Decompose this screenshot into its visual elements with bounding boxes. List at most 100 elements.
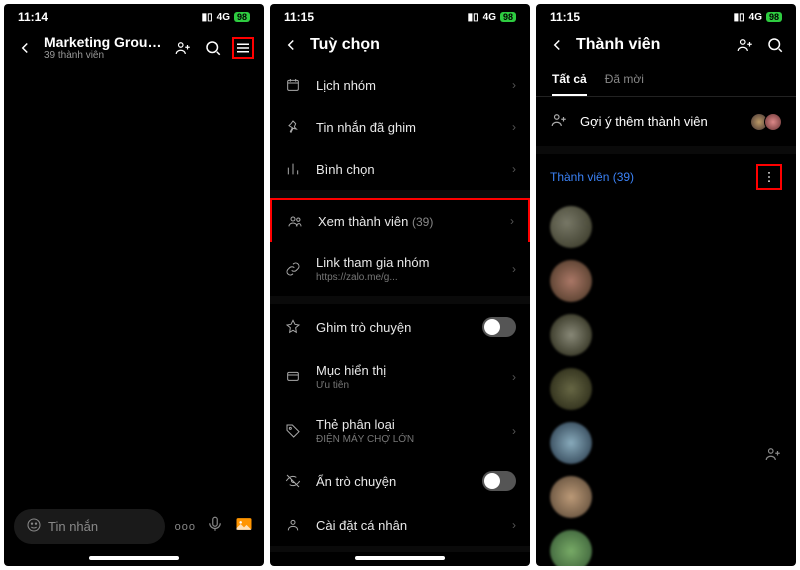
options-title: Tuỳ chọn [310, 36, 520, 54]
option-pinned[interactable]: Tin nhắn đã ghim › [270, 106, 530, 148]
avatar [550, 314, 592, 356]
chat-body [4, 69, 264, 501]
gallery-icon[interactable] [234, 514, 254, 539]
toggle-off[interactable] [482, 471, 516, 491]
option-label: Bình chọn [316, 162, 498, 177]
option-label: Lịch nhóm [316, 78, 498, 93]
chat-input-bar: Tin nhắn ooo [4, 501, 264, 552]
options-header: Tuỳ chọn [270, 26, 530, 64]
member-item[interactable] [536, 524, 796, 566]
option-hide-chat[interactable]: Ẩn trò chuyện [270, 458, 530, 504]
status-time: 11:15 [550, 10, 580, 24]
member-item[interactable] [536, 362, 796, 416]
option-join-link[interactable]: Link tham gia nhóm https://zalo.me/g... … [270, 242, 530, 296]
status-time: 11:14 [18, 10, 48, 24]
member-list[interactable] [536, 200, 796, 566]
add-member-icon[interactable] [734, 34, 756, 56]
suggest-members[interactable]: Gợi ý thêm thành viên [536, 97, 796, 146]
option-label: Cài đặt cá nhân [316, 518, 498, 533]
message-input[interactable]: Tin nhắn [14, 509, 165, 544]
member-item[interactable] [536, 416, 796, 470]
members-title: Thành viên [576, 36, 726, 54]
status-bar: 11:14 ▮▯ 4G 98 [4, 4, 264, 26]
option-category[interactable]: Thẻ phân loại ĐIỆN MÁY CHỢ LỚN › [270, 404, 530, 458]
member-item[interactable] [536, 470, 796, 524]
kebab-menu-icon[interactable] [756, 164, 782, 190]
option-pin-chat[interactable]: Ghim trò chuyện [270, 304, 530, 350]
members-icon [286, 213, 304, 229]
search-icon[interactable] [764, 34, 786, 56]
suggest-label: Gợi ý thêm thành viên [580, 114, 742, 129]
mic-icon[interactable] [206, 515, 224, 538]
avatar [550, 368, 592, 410]
network-label: 4G [483, 12, 496, 23]
network-label: 4G [217, 12, 230, 23]
option-calendar[interactable]: Lịch nhóm › [270, 64, 530, 106]
members-count-label: Thành viên (39) [550, 170, 634, 184]
poll-icon [284, 161, 302, 177]
user-settings-icon [284, 517, 302, 533]
add-member-floating-icon[interactable] [764, 445, 782, 468]
back-icon[interactable] [14, 37, 36, 59]
section-divider [270, 546, 530, 552]
section-divider [270, 190, 530, 198]
screen-options: 11:15 ▮▯ 4G 98 Tuỳ chọn Lịch nhóm › Tin … [270, 4, 530, 566]
chevron-right-icon: › [512, 424, 516, 438]
signal-icon: ▮▯ [468, 12, 479, 23]
options-list: Lịch nhóm › Tin nhắn đã ghim › Bình chọn… [270, 64, 530, 552]
status-right: ▮▯ 4G 98 [468, 12, 516, 23]
add-member-icon[interactable] [172, 37, 194, 59]
option-label: Xem thành viên (39) [318, 214, 496, 229]
option-personal-settings[interactable]: Cài đặt cá nhân › [270, 504, 530, 546]
signal-icon: ▮▯ [734, 12, 745, 23]
chevron-right-icon: › [512, 262, 516, 276]
option-label: Ẩn trò chuyện [316, 474, 468, 489]
chevron-right-icon: › [512, 518, 516, 532]
avatar [550, 530, 592, 566]
member-tabs: Tất cả Đã mời [536, 64, 796, 97]
eye-off-icon [284, 473, 302, 489]
status-bar: 11:15 ▮▯ 4G 98 [536, 4, 796, 26]
chat-title: Marketing Group - Đ... [44, 34, 164, 50]
home-indicator [89, 556, 179, 560]
link-icon [284, 261, 302, 277]
option-poll[interactable]: Bình chọn › [270, 148, 530, 190]
screen-chat: 11:14 ▮▯ 4G 98 Marketing Group - Đ... 39… [4, 4, 264, 566]
more-icon[interactable]: ooo [175, 521, 196, 533]
back-icon[interactable] [280, 34, 302, 56]
network-label: 4G [749, 12, 762, 23]
member-item[interactable] [536, 308, 796, 362]
tab-all[interactable]: Tất cả [552, 64, 587, 96]
option-label: Link tham gia nhóm https://zalo.me/g... [316, 255, 498, 283]
toggle-off[interactable] [482, 317, 516, 337]
option-display[interactable]: Mục hiển thị Ưu tiên › [270, 350, 530, 404]
avatar [550, 476, 592, 518]
member-item[interactable] [536, 200, 796, 254]
option-label: Ghim trò chuyện [316, 320, 468, 335]
option-view-members[interactable]: Xem thành viên (39) › [270, 198, 530, 242]
home-indicator [355, 556, 445, 560]
title-block[interactable]: Marketing Group - Đ... 39 thành viên [44, 34, 164, 61]
chevron-right-icon: › [510, 214, 514, 228]
section-divider [536, 146, 796, 154]
battery-badge: 98 [766, 12, 782, 22]
avatar [550, 260, 592, 302]
option-label: Mục hiển thị Ưu tiên [316, 363, 498, 391]
chat-subtitle: 39 thành viên [44, 50, 164, 61]
section-divider [270, 296, 530, 304]
chat-header: Marketing Group - Đ... 39 thành viên [4, 26, 264, 69]
pin-chat-icon [284, 319, 302, 335]
menu-icon[interactable] [232, 37, 254, 59]
tag-icon [284, 423, 302, 439]
search-icon[interactable] [202, 37, 224, 59]
members-count-header: Thành viên (39) [536, 154, 796, 200]
emoji-icon[interactable] [26, 517, 42, 536]
option-label: Tin nhắn đã ghim [316, 120, 498, 135]
avatar [550, 206, 592, 248]
tab-invited[interactable]: Đã mời [605, 64, 644, 96]
signal-icon: ▮▯ [202, 12, 213, 23]
back-icon[interactable] [546, 34, 568, 56]
status-right: ▮▯ 4G 98 [202, 12, 250, 23]
member-item[interactable] [536, 254, 796, 308]
status-bar: 11:15 ▮▯ 4G 98 [270, 4, 530, 26]
